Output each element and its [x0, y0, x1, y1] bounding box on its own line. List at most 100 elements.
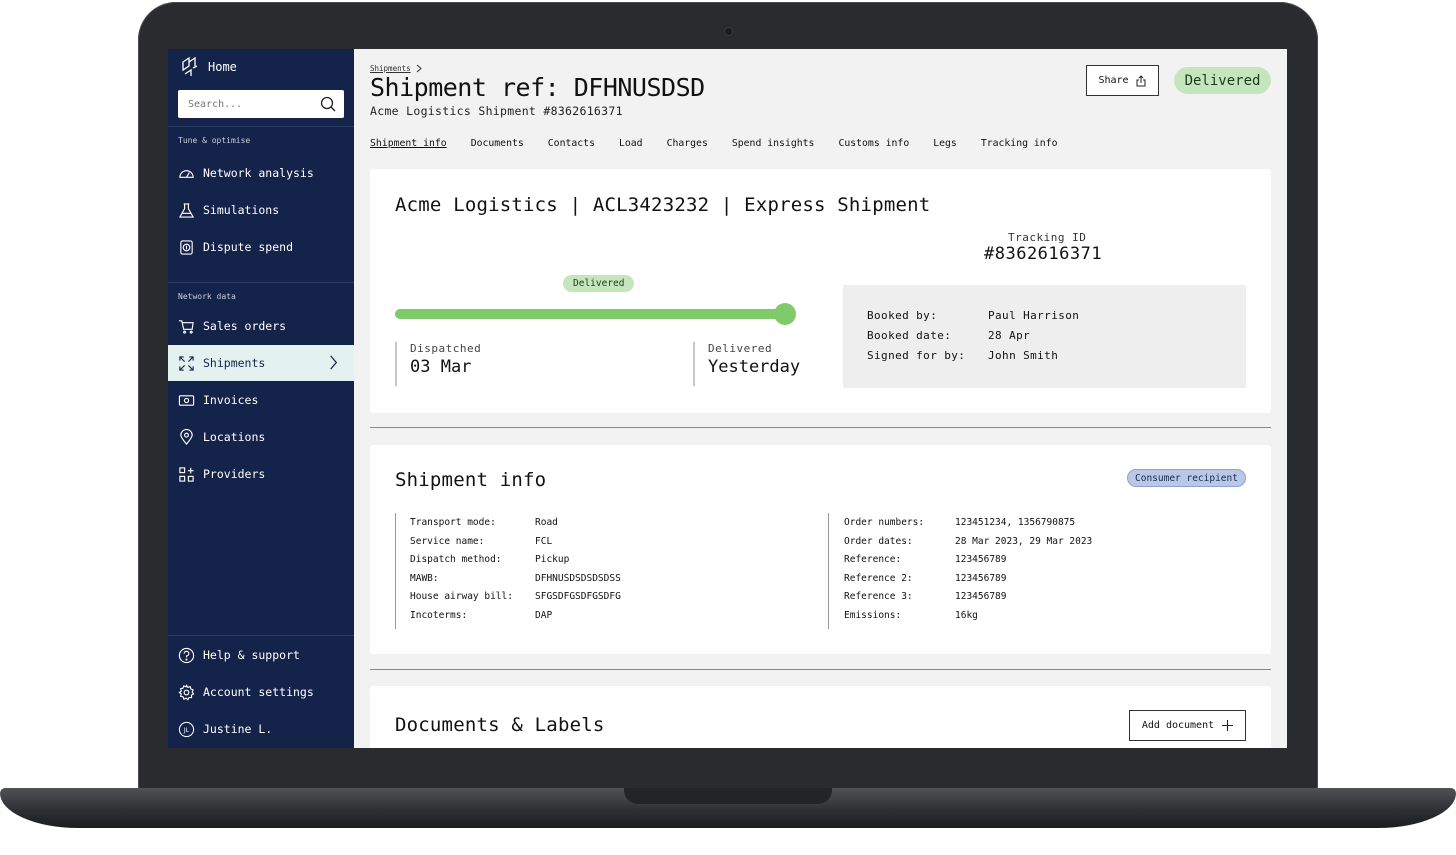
info-value: 16kg	[955, 609, 978, 621]
search-box[interactable]	[178, 90, 344, 118]
info-left-column: Transport mode: Road Service name: FCL Dis…	[410, 517, 621, 629]
chevron-right-icon	[416, 64, 422, 73]
info-row: Order dates: 28 Mar 2023, 29 Mar 2023	[844, 536, 1092, 555]
avatar-initials: JL	[183, 726, 190, 733]
breadcrumb: Shipments	[370, 64, 422, 73]
app-screen: Home Tune & optimise Network analysis Si…	[168, 49, 1287, 748]
search-input[interactable]	[186, 97, 310, 111]
tab-documents[interactable]: Documents	[471, 138, 524, 149]
providers-icon	[179, 466, 194, 482]
sidebar-item-label: Sales orders	[203, 319, 287, 333]
info-key: Reference 3:	[844, 591, 913, 603]
flask-icon	[178, 202, 195, 218]
tab-charges[interactable]: Charges	[667, 138, 708, 149]
progress-knob	[774, 303, 796, 325]
consumer-recipient-badge: Consumer recipient	[1127, 469, 1246, 487]
progress-status-badge: Delivered	[563, 275, 635, 292]
sidebar-item-label: Justine L.	[203, 722, 273, 736]
info-value: SFGSDFGSDFGSDFG	[535, 591, 621, 603]
booked-by-value: Paul Harrison	[988, 309, 1080, 322]
share-icon	[1136, 74, 1146, 86]
info-key: Service name:	[410, 535, 485, 547]
tab-bar: Shipment info Documents Contacts Load Ch…	[370, 138, 1082, 149]
info-value: 28 Mar 2023, 29 Mar 2023	[955, 535, 1093, 547]
tab-legs[interactable]: Legs	[933, 138, 957, 149]
info-divider	[828, 513, 829, 629]
add-document-button[interactable]: Add document	[1129, 710, 1246, 741]
booking-details: Booked by: Paul Harrison Booked date: 28 A…	[843, 285, 1246, 388]
tab-load[interactable]: Load	[619, 138, 643, 149]
info-key: House airway bill:	[410, 591, 513, 603]
tab-shipment-info[interactable]: Shipment info	[370, 138, 447, 149]
info-row: Dispatch method: Pickup	[410, 554, 621, 573]
delivered-value: Yesterday	[708, 357, 801, 377]
tab-customs-info[interactable]: Customs info	[838, 138, 909, 149]
info-row: Reference 2: 123456789	[844, 573, 1092, 592]
info-row: Service name: FCL	[410, 536, 621, 555]
info-row: MAWB: DFHNUSDSDSDSDSS	[410, 573, 621, 592]
sidebar-item-label: Locations	[203, 430, 266, 444]
sidebar-item-label: Shipments	[203, 356, 266, 370]
sidebar-item-label: Providers	[203, 467, 266, 481]
sidebar-item-account-settings[interactable]: Account settings	[168, 674, 354, 710]
info-divider	[395, 513, 396, 629]
tab-tracking-info[interactable]: Tracking info	[981, 138, 1058, 149]
page-title: Shipment ref: DFHNUSDSD	[370, 73, 705, 102]
booked-date-label: Booked date:	[867, 329, 952, 342]
sidebar-item-dispute-spend[interactable]: Dispute spend	[168, 229, 354, 265]
info-value: DFHNUSDSDSDSDSS	[535, 572, 621, 584]
info-value: 123456789	[955, 591, 1007, 603]
sidebar-item-simulations[interactable]: Simulations	[168, 192, 354, 228]
brand-logo-icon	[182, 56, 198, 76]
sidebar-item-invoices[interactable]: Invoices	[168, 382, 354, 418]
tab-spend-insights[interactable]: Spend insights	[732, 138, 815, 149]
main-content: Shipments Shipment ref: DFHNUSDSD Acme L…	[354, 49, 1287, 748]
tab-contacts[interactable]: Contacts	[548, 138, 595, 149]
sidebar-item-providers[interactable]: Providers	[168, 456, 354, 492]
info-row: Reference: 123456789	[844, 554, 1092, 573]
sidebar-item-label: Network analysis	[203, 166, 314, 180]
milestone-delivered: Delivered Yesterday	[693, 342, 800, 386]
sidebar-item-locations[interactable]: Locations	[168, 419, 354, 455]
sidebar-item-network-analysis[interactable]: Network analysis	[168, 155, 354, 191]
documents-title: Documents & Labels	[395, 714, 605, 736]
booked-date-row: Booked date: 28 Apr	[867, 329, 1030, 342]
tracking-id-label: Tracking ID	[1008, 231, 1087, 244]
summary-title: Acme Logistics | ACL3423232 | Express Sh…	[395, 194, 931, 216]
sidebar-divider	[168, 635, 354, 636]
info-value: Pickup	[535, 554, 570, 566]
info-value: 123456789	[955, 554, 1007, 566]
signed-for-label: Signed for by:	[867, 349, 966, 362]
progress-fill	[395, 309, 795, 319]
signed-for-value: John Smith	[988, 349, 1059, 362]
sidebar-divider	[168, 282, 354, 283]
sidebar-item-sales-orders[interactable]: Sales orders	[168, 308, 354, 344]
sidebar: Home Tune & optimise Network analysis Si…	[168, 49, 354, 748]
search-icon[interactable]	[320, 96, 336, 112]
section-divider	[370, 427, 1271, 428]
info-key: Transport mode:	[410, 517, 496, 528]
invoice-icon	[178, 394, 195, 406]
info-key: Dispatch method:	[410, 554, 502, 566]
gear-icon	[178, 683, 195, 700]
plus-icon	[1222, 720, 1234, 731]
breadcrumb-link[interactable]: Shipments	[370, 64, 411, 73]
share-button[interactable]: Share	[1086, 65, 1159, 96]
sidebar-item-shipments[interactable]: Shipments	[168, 345, 354, 381]
dispatched-label: Dispatched	[410, 342, 482, 355]
home-link[interactable]: Home	[180, 55, 237, 79]
sidebar-item-label: Help & support	[203, 648, 300, 662]
sidebar-item-label: Dispute spend	[203, 240, 294, 254]
home-label: Home	[208, 60, 237, 74]
info-row: Reference 3: 123456789	[844, 591, 1092, 610]
laptop-notch	[624, 788, 832, 804]
sidebar-item-help[interactable]: Help & support	[168, 637, 354, 673]
info-row: Transport mode: Road	[410, 517, 621, 536]
location-pin-icon	[180, 428, 193, 445]
sidebar-item-profile[interactable]: JL Justine L.	[168, 711, 354, 747]
section-divider	[370, 669, 1271, 670]
info-key: Reference 2:	[844, 572, 913, 584]
gauge-icon	[179, 169, 194, 178]
progress-track	[395, 303, 796, 325]
laptop-bezel	[144, 748, 1312, 768]
